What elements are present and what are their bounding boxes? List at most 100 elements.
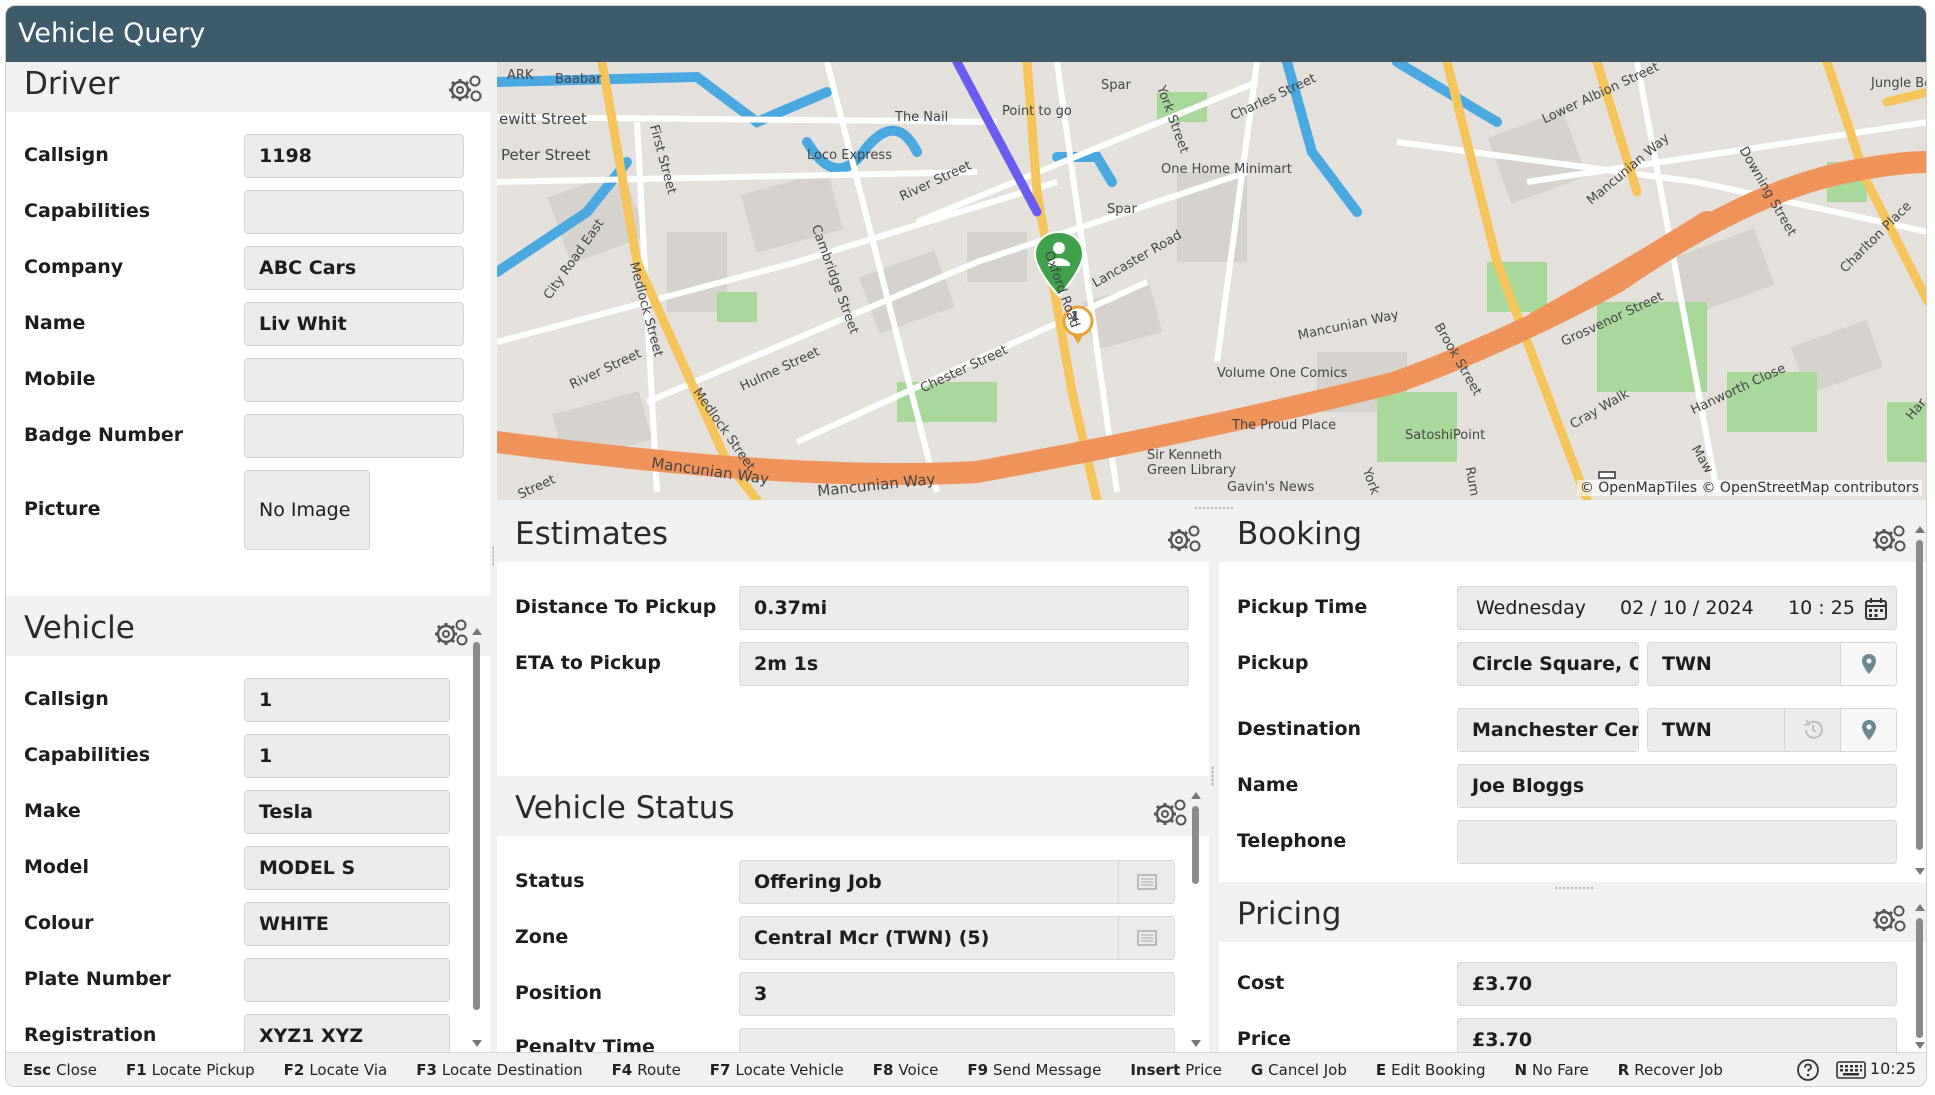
- vehicle-capabilities-field[interactable]: 1: [244, 734, 450, 778]
- booking-panel: Booking Pickup Time Wednesday 02 / 10 / …: [1219, 512, 1926, 882]
- gear-icon[interactable]: [1870, 902, 1908, 934]
- booking-scrollbar[interactable]: [1916, 540, 1923, 850]
- pickup-locate-button[interactable]: [1840, 643, 1896, 685]
- penalty-time-field[interactable]: [739, 1028, 1175, 1054]
- map-label: Jungle Bee: [1871, 76, 1926, 91]
- resize-grip[interactable]: [1194, 506, 1234, 510]
- telephone-field[interactable]: [1457, 820, 1897, 864]
- pickup-clock[interactable]: 10 : 25: [1788, 597, 1855, 619]
- shortcut-cancel-job[interactable]: G Cancel Job: [1251, 1061, 1347, 1079]
- vehicle-colour-field[interactable]: WHITE: [244, 902, 450, 946]
- shortcut-price[interactable]: Insert Price: [1130, 1061, 1222, 1079]
- scroll-up-arrow[interactable]: [472, 628, 482, 635]
- position-label: Position: [515, 982, 602, 1004]
- resize-grip[interactable]: [492, 546, 494, 566]
- estimates-panel: Estimates Distance To Pickup 0.37mi ETA …: [497, 512, 1209, 776]
- vehicle-make-field[interactable]: Tesla: [244, 790, 450, 834]
- driver-picture-label: Picture: [24, 498, 101, 520]
- shortcut-locate-via[interactable]: F2 Locate Via: [284, 1061, 388, 1079]
- scroll-down-arrow[interactable]: [472, 1040, 482, 1047]
- zone-label: Zone: [515, 926, 569, 948]
- resize-grip[interactable]: [1211, 766, 1214, 786]
- pickup-day: Wednesday: [1476, 597, 1587, 619]
- destination-locate-button[interactable]: [1840, 709, 1896, 751]
- destination-address-field[interactable]: Manchester Cer: [1457, 708, 1639, 752]
- scroll-up-arrow[interactable]: [1191, 792, 1201, 799]
- scroll-down-arrow[interactable]: [1191, 1040, 1201, 1047]
- shortcut-locate-pickup[interactable]: F1 Locate Pickup: [126, 1061, 255, 1079]
- pickup-date[interactable]: 02 / 10 / 2024: [1620, 587, 1782, 629]
- pricing-panel: Pricing Cost £3.70 Price £3.70: [1219, 892, 1926, 1054]
- location-pin-icon: [1862, 720, 1876, 740]
- vehicle-model-label: Model: [24, 856, 89, 878]
- estimates-panel-header: Estimates: [497, 512, 1209, 562]
- shortcut-send-message[interactable]: F9 Send Message: [967, 1061, 1101, 1079]
- gear-icon[interactable]: [432, 616, 470, 648]
- map-label: SatoshiPoint: [1405, 428, 1486, 443]
- cost-field[interactable]: £3.70: [1457, 962, 1897, 1006]
- price-field[interactable]: £3.70: [1457, 1018, 1897, 1054]
- status-list-button[interactable]: [1118, 861, 1174, 903]
- gear-icon[interactable]: [1151, 796, 1189, 828]
- position-field[interactable]: 3: [739, 972, 1175, 1016]
- vehicle-plate-number-field[interactable]: [244, 958, 450, 1002]
- shortcut-locate-vehicle[interactable]: F7 Locate Vehicle: [710, 1061, 844, 1079]
- driver-capabilities-field[interactable]: [244, 190, 464, 234]
- shortcut-edit-booking[interactable]: E Edit Booking: [1376, 1061, 1486, 1079]
- map-label: Gavin's News: [1227, 480, 1315, 495]
- map-label: One Home Minimart: [1161, 162, 1292, 177]
- gear-icon[interactable]: [446, 72, 484, 104]
- destination-history-button[interactable]: [1784, 709, 1840, 751]
- zone-field[interactable]: Central Mcr (TWN) (5): [739, 916, 1175, 960]
- driver-mobile-field[interactable]: [244, 358, 464, 402]
- pricing-scrollbar[interactable]: [1916, 918, 1923, 1038]
- shortcut-locate-destination[interactable]: F3 Locate Destination: [416, 1061, 582, 1079]
- gear-icon[interactable]: [1165, 522, 1203, 554]
- shortcut-voice[interactable]: F8 Voice: [873, 1061, 939, 1079]
- eta-to-pickup-label: ETA to Pickup: [515, 652, 661, 674]
- driver-name-field[interactable]: Liv Whit: [244, 302, 464, 346]
- gear-icon[interactable]: [1870, 522, 1908, 554]
- help-icon[interactable]: [1796, 1058, 1820, 1082]
- driver-badge-number-field[interactable]: [244, 414, 464, 458]
- resize-grip[interactable]: [1554, 886, 1594, 890]
- cost-label: Cost: [1237, 972, 1285, 994]
- shortcut-close[interactable]: Esc Close: [23, 1061, 97, 1079]
- driver-callsign-field[interactable]: 1198: [244, 134, 464, 178]
- shortcut-no-fare[interactable]: N No Fare: [1514, 1061, 1588, 1079]
- booking-panel-header: Booking: [1219, 512, 1926, 562]
- pricing-panel-header: Pricing: [1219, 892, 1926, 942]
- scroll-down-arrow[interactable]: [1915, 868, 1925, 875]
- driver-panel-header: Driver: [6, 62, 490, 112]
- zone-list-button[interactable]: [1118, 917, 1174, 959]
- map-canvas[interactable]: [497, 62, 1927, 500]
- driver-company-field[interactable]: ABC Cars: [244, 246, 464, 290]
- scroll-down-arrow[interactable]: [1915, 1042, 1925, 1049]
- pickup-zone-value: TWN: [1662, 653, 1712, 675]
- destination-zone-field[interactable]: TWN: [1647, 708, 1897, 752]
- distance-to-pickup-field[interactable]: 0.37mi: [739, 586, 1189, 630]
- vehicle-scrollbar[interactable]: [473, 642, 480, 1010]
- vehicle-registration-field[interactable]: XYZ1 XYZ: [244, 1014, 450, 1054]
- vehicle-model-field[interactable]: MODEL S: [244, 846, 450, 890]
- status-field[interactable]: Offering Job: [739, 860, 1175, 904]
- map-attribution[interactable]: © OpenMapTiles © OpenStreetMap contribut…: [1576, 480, 1922, 496]
- price-label: Price: [1237, 1028, 1291, 1050]
- driver-callsign-label: Callsign: [24, 144, 109, 166]
- booking-panel-title: Booking: [1237, 516, 1363, 552]
- vehicle-status-scrollbar[interactable]: [1192, 806, 1199, 884]
- map-label: ewitt Street: [499, 110, 587, 128]
- scroll-up-arrow[interactable]: [1915, 526, 1925, 533]
- scroll-up-arrow[interactable]: [1915, 904, 1925, 911]
- shortcut-route[interactable]: F4 Route: [612, 1061, 681, 1079]
- eta-to-pickup-field[interactable]: 2m 1s: [739, 642, 1189, 686]
- pickup-time-field[interactable]: Wednesday 02 / 10 / 2024 10 : 25: [1457, 586, 1897, 630]
- pickup-zone-field[interactable]: TWN: [1647, 642, 1897, 686]
- calendar-icon[interactable]: [1864, 597, 1888, 621]
- map-view[interactable]: 1 ARK Baabar ewitt Street Peter Street T…: [497, 62, 1927, 500]
- shortcut-recover-job[interactable]: R Recover Job: [1618, 1061, 1723, 1079]
- vehicle-callsign-field[interactable]: 1: [244, 678, 450, 722]
- booking-name-field[interactable]: Joe Bloggs: [1457, 764, 1897, 808]
- keyboard-icon[interactable]: [1836, 1060, 1866, 1080]
- pickup-address-field[interactable]: Circle Square, O: [1457, 642, 1639, 686]
